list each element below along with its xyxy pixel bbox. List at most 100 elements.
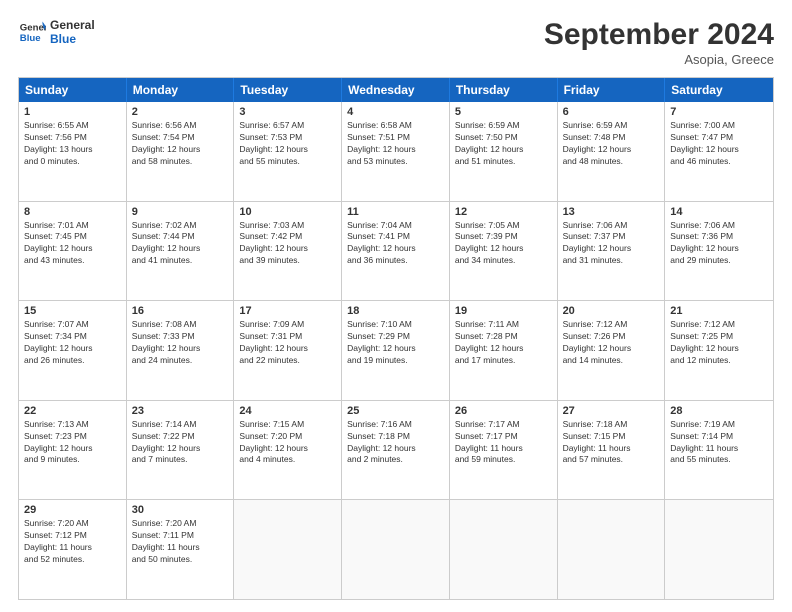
month-title: September 2024 [544,18,774,52]
calendar-cell [665,500,773,599]
calendar-cell: 4 Sunrise: 6:58 AM Sunset: 7:51 PM Daylig… [342,102,450,201]
day-info: Sunrise: 6:55 AM Sunset: 7:56 PM Dayligh… [24,120,121,168]
day-info: Sunrise: 7:20 AM Sunset: 7:11 PM Dayligh… [132,518,229,566]
calendar-cell: 10 Sunrise: 7:03 AM Sunset: 7:42 PM Dayli… [234,202,342,301]
calendar-header: SundayMondayTuesdayWednesdayThursdayFrid… [19,78,773,102]
day-info: Sunrise: 6:56 AM Sunset: 7:54 PM Dayligh… [132,120,229,168]
day-number: 17 [239,305,336,317]
day-info: Sunrise: 7:08 AM Sunset: 7:33 PM Dayligh… [132,319,229,367]
header-day-monday: Monday [127,78,235,102]
header-day-sunday: Sunday [19,78,127,102]
header-day-saturday: Saturday [665,78,773,102]
calendar-cell: 14 Sunrise: 7:06 AM Sunset: 7:36 PM Dayli… [665,202,773,301]
location: Asopia, Greece [544,52,774,67]
day-number: 22 [24,405,121,417]
day-info: Sunrise: 7:13 AM Sunset: 7:23 PM Dayligh… [24,419,121,467]
calendar: SundayMondayTuesdayWednesdayThursdayFrid… [18,77,774,600]
day-number: 16 [132,305,229,317]
day-number: 21 [670,305,768,317]
page-header: General Blue General Blue September 2024… [18,18,774,67]
logo-line2: Blue [50,32,95,46]
calendar-cell [558,500,666,599]
calendar-week-3: 15 Sunrise: 7:07 AM Sunset: 7:34 PM Dayli… [19,300,773,400]
day-info: Sunrise: 6:58 AM Sunset: 7:51 PM Dayligh… [347,120,444,168]
day-info: Sunrise: 7:14 AM Sunset: 7:22 PM Dayligh… [132,419,229,467]
day-number: 25 [347,405,444,417]
calendar-cell: 2 Sunrise: 6:56 AM Sunset: 7:54 PM Daylig… [127,102,235,201]
calendar-cell: 16 Sunrise: 7:08 AM Sunset: 7:33 PM Dayli… [127,301,235,400]
calendar-cell: 17 Sunrise: 7:09 AM Sunset: 7:31 PM Dayli… [234,301,342,400]
day-number: 18 [347,305,444,317]
day-number: 24 [239,405,336,417]
day-number: 14 [670,206,768,218]
calendar-week-5: 29 Sunrise: 7:20 AM Sunset: 7:12 PM Dayli… [19,499,773,599]
calendar-week-1: 1 Sunrise: 6:55 AM Sunset: 7:56 PM Daylig… [19,102,773,201]
day-number: 3 [239,106,336,118]
calendar-cell: 6Sunrise: 6:59 AM Sunset: 7:48 PM Daylig… [558,102,666,201]
day-info: Sunrise: 7:06 AM Sunset: 7:37 PM Dayligh… [563,220,660,268]
calendar-cell: 28 Sunrise: 7:19 AM Sunset: 7:14 PM Dayli… [665,401,773,500]
calendar-cell: 13 Sunrise: 7:06 AM Sunset: 7:37 PM Dayli… [558,202,666,301]
day-number: 29 [24,504,121,516]
day-info: Sunrise: 7:18 AM Sunset: 7:15 PM Dayligh… [563,419,660,467]
logo-line1: General [50,18,95,32]
day-number: 28 [670,405,768,417]
svg-text:General: General [20,23,46,34]
day-number: 13 [563,206,660,218]
calendar-cell: 19 Sunrise: 7:11 AM Sunset: 7:28 PM Dayli… [450,301,558,400]
header-day-friday: Friday [558,78,666,102]
calendar-cell [234,500,342,599]
day-info: Sunrise: 7:10 AM Sunset: 7:29 PM Dayligh… [347,319,444,367]
calendar-cell: 30 Sunrise: 7:20 AM Sunset: 7:11 PM Dayli… [127,500,235,599]
day-number: 27 [563,405,660,417]
day-number: 4 [347,106,444,118]
day-number: 30 [132,504,229,516]
calendar-cell [342,500,450,599]
day-number: 15 [24,305,121,317]
day-number: 7 [670,106,768,118]
svg-text:Blue: Blue [20,33,41,44]
calendar-cell: 18 Sunrise: 7:10 AM Sunset: 7:29 PM Dayli… [342,301,450,400]
day-number: 2 [132,106,229,118]
calendar-cell: 9Sunrise: 7:02 AM Sunset: 7:44 PM Daylig… [127,202,235,301]
calendar-week-4: 22 Sunrise: 7:13 AM Sunset: 7:23 PM Dayli… [19,400,773,500]
calendar-body: 1 Sunrise: 6:55 AM Sunset: 7:56 PM Daylig… [19,102,773,599]
calendar-cell: 29 Sunrise: 7:20 AM Sunset: 7:12 PM Dayli… [19,500,127,599]
calendar-cell: 24Sunrise: 7:15 AM Sunset: 7:20 PM Dayli… [234,401,342,500]
day-number: 1 [24,106,121,118]
day-info: Sunrise: 7:01 AM Sunset: 7:45 PM Dayligh… [24,220,121,268]
calendar-cell: 25Sunrise: 7:16 AM Sunset: 7:18 PM Dayli… [342,401,450,500]
day-info: Sunrise: 7:11 AM Sunset: 7:28 PM Dayligh… [455,319,552,367]
calendar-cell [450,500,558,599]
calendar-cell: 23Sunrise: 7:14 AM Sunset: 7:22 PM Dayli… [127,401,235,500]
title-block: September 2024 Asopia, Greece [544,18,774,67]
day-number: 20 [563,305,660,317]
day-info: Sunrise: 7:03 AM Sunset: 7:42 PM Dayligh… [239,220,336,268]
calendar-cell: 21 Sunrise: 7:12 AM Sunset: 7:25 PM Dayli… [665,301,773,400]
day-info: Sunrise: 7:00 AM Sunset: 7:47 PM Dayligh… [670,120,768,168]
day-number: 10 [239,206,336,218]
day-info: Sunrise: 7:19 AM Sunset: 7:14 PM Dayligh… [670,419,768,467]
header-day-tuesday: Tuesday [234,78,342,102]
logo: General Blue General Blue [18,18,95,47]
day-info: Sunrise: 7:05 AM Sunset: 7:39 PM Dayligh… [455,220,552,268]
calendar-cell: 3Sunrise: 6:57 AM Sunset: 7:53 PM Daylig… [234,102,342,201]
calendar-week-2: 8Sunrise: 7:01 AM Sunset: 7:45 PM Daylig… [19,201,773,301]
day-number: 6 [563,106,660,118]
calendar-cell: 8Sunrise: 7:01 AM Sunset: 7:45 PM Daylig… [19,202,127,301]
day-info: Sunrise: 7:06 AM Sunset: 7:36 PM Dayligh… [670,220,768,268]
day-info: Sunrise: 7:20 AM Sunset: 7:12 PM Dayligh… [24,518,121,566]
day-info: Sunrise: 7:12 AM Sunset: 7:26 PM Dayligh… [563,319,660,367]
day-info: Sunrise: 7:17 AM Sunset: 7:17 PM Dayligh… [455,419,552,467]
calendar-cell: 11Sunrise: 7:04 AM Sunset: 7:41 PM Dayli… [342,202,450,301]
day-info: Sunrise: 7:12 AM Sunset: 7:25 PM Dayligh… [670,319,768,367]
day-number: 9 [132,206,229,218]
calendar-cell: 22 Sunrise: 7:13 AM Sunset: 7:23 PM Dayli… [19,401,127,500]
day-number: 19 [455,305,552,317]
day-number: 26 [455,405,552,417]
day-info: Sunrise: 7:07 AM Sunset: 7:34 PM Dayligh… [24,319,121,367]
calendar-cell: 26 Sunrise: 7:17 AM Sunset: 7:17 PM Dayli… [450,401,558,500]
calendar-cell: 12Sunrise: 7:05 AM Sunset: 7:39 PM Dayli… [450,202,558,301]
calendar-cell: 15 Sunrise: 7:07 AM Sunset: 7:34 PM Dayli… [19,301,127,400]
day-info: Sunrise: 7:09 AM Sunset: 7:31 PM Dayligh… [239,319,336,367]
